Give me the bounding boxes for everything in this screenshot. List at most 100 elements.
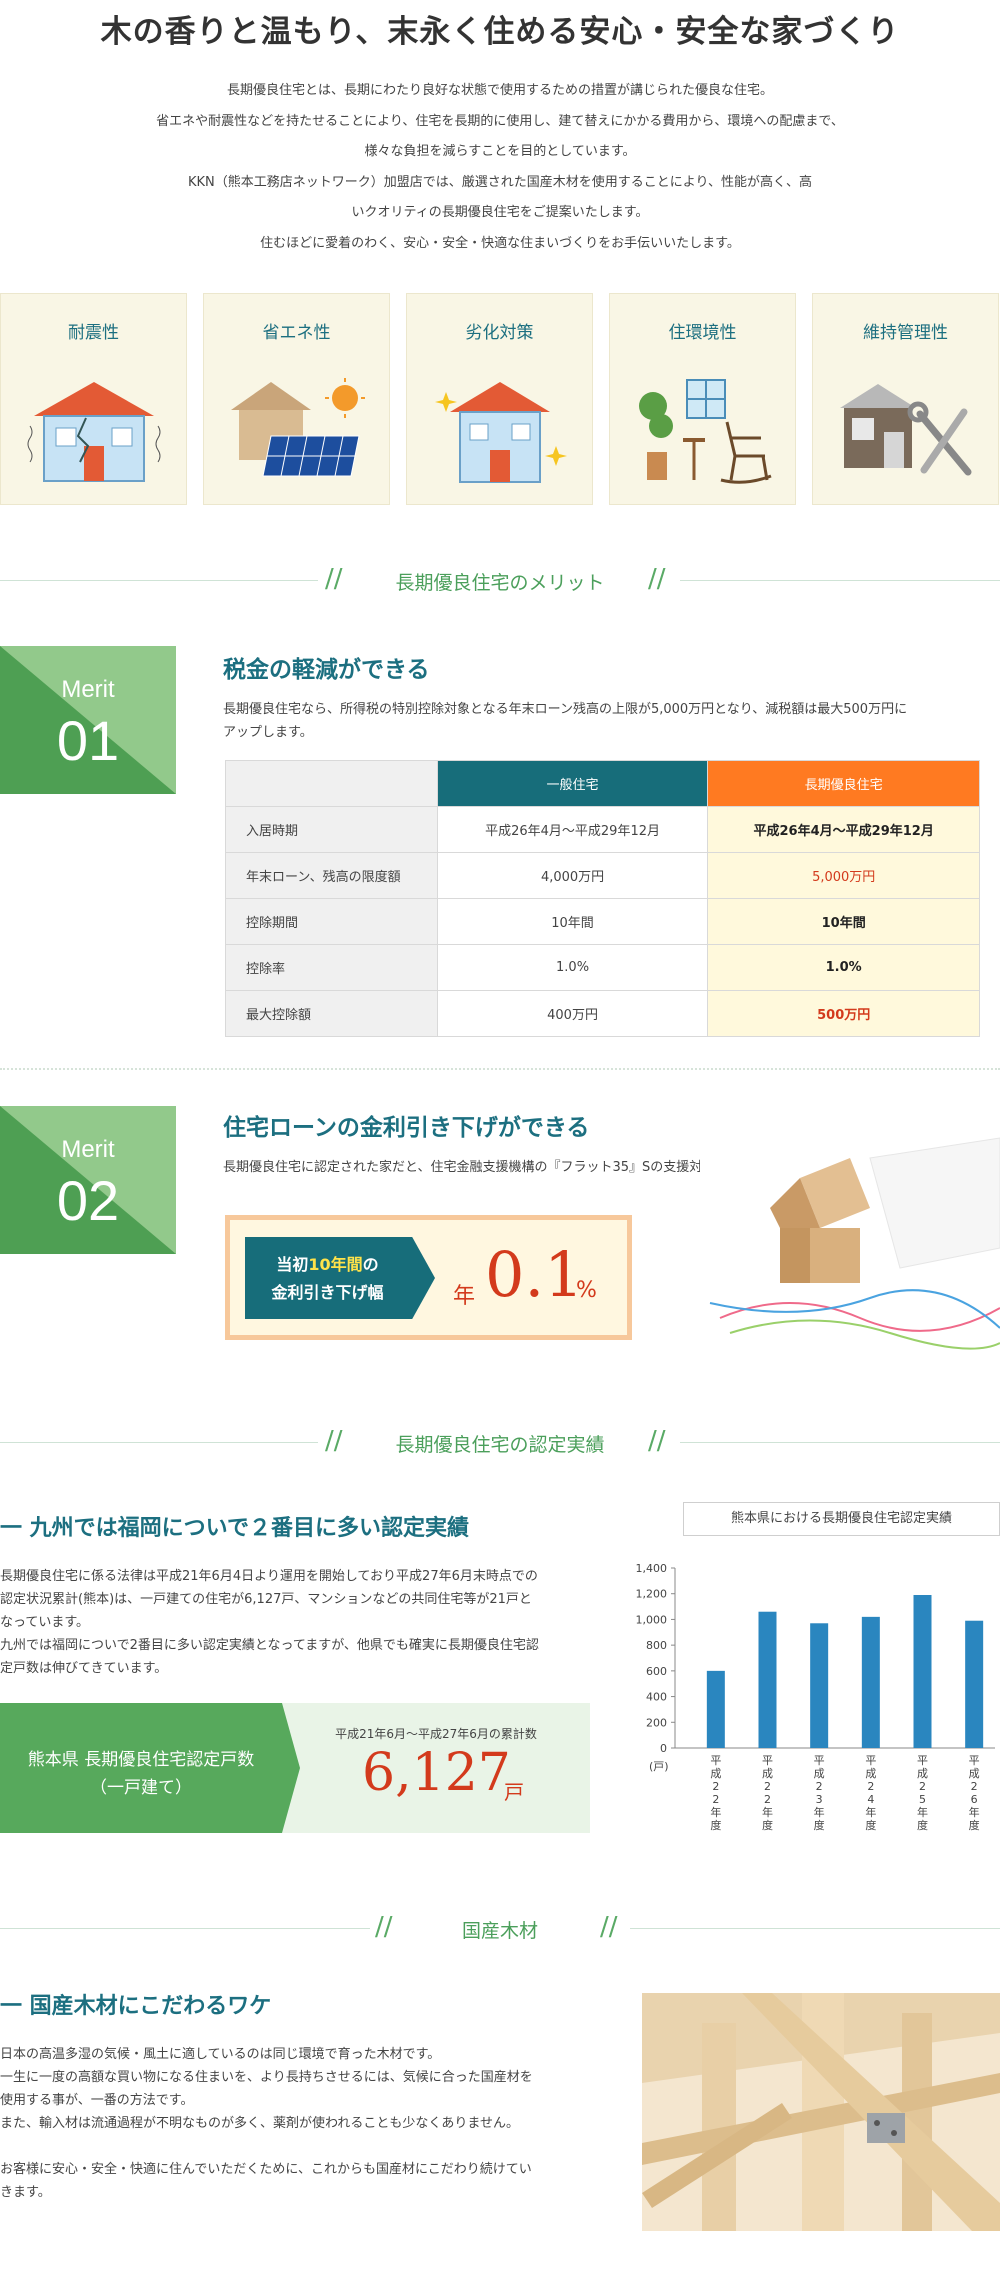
y-tick-label: 0 [660,1742,667,1755]
tag-highlight: 10年間 [308,1255,363,1274]
wood-text-line [0,2135,600,2158]
row-header: 控除率 [225,944,438,991]
table-cell: 1.0% [436,944,709,991]
rate-value: 0.1 [485,1238,584,1311]
merit-title: 住宅ローンの金利引き下げができる [223,1115,590,1141]
feature-card-earthquake: 耐震性 [0,293,187,505]
x-tick-label: 平成 2 2 年度 [762,1754,773,1832]
y-tick-label: 1,400 [636,1562,668,1575]
wood-text-line: また、輸入材は流通過程が不明なものが多く、薬剤が使われることも少なくありません。 [0,2116,519,2131]
record-text-line: 認定状況累計(熊本)は、一戸建ての住宅が6,127戸、マンションなどの共同住宅等… [0,1592,532,1607]
dotted-divider [0,1068,1000,1070]
table-cell: 5,000万円 [707,852,980,899]
feature-card-environment: 住環境性 [609,293,796,505]
intro-line: 住むほどに愛着のわく、安心・安全・快適な住まいづくりをお手伝いいたします。 [260,235,740,251]
table-header-cell: 一般住宅 [436,760,709,807]
certified-count-box: 平成21年6月～平成27年6月の累計数 6,127 戸 熊本県 長期優良住宅認定… [0,1703,590,1833]
x-tick-label: 平成 2 4 年度 [865,1754,876,1832]
record-text-line: 定戸数は伸びてきています。 [0,1661,168,1676]
y-tick-label: 600 [646,1665,667,1678]
merit-badge-02: Merit 02 [0,1106,176,1254]
table-header-cell [225,760,438,807]
intro-line: いクオリティの長期優良住宅をご提案いたします。 [351,205,649,220]
x-tick-label: 平成 2 6 年度 [969,1754,980,1832]
table-header-cell: 長期優良住宅 [707,760,980,807]
feature-card-maintenance: 維持管理性 [812,293,999,505]
count-caption: 平成21年6月～平成27年6月の累計数 [335,1727,537,1741]
feature-list: 耐震性 省エネ性 劣化対策 住環境性 維持管理性 [0,293,1000,505]
sparkling-house-icon [435,382,567,483]
house-tools-icon [840,384,972,476]
chart-bar [758,1611,777,1748]
merit-word: Merit [61,1136,115,1163]
table-cell: 平成26年4月～平成29年12月 [707,806,980,853]
wood-text-line: 日本の高温多湿の気候・風土に適しているのは同じ環境で育った木材です。 [0,2047,441,2062]
row-header: 年末ローン、残高の限度額 [225,852,438,899]
wood-text-line: きます。 [0,2185,51,2200]
row-header: 最大控除額 [225,990,438,1037]
interior-plant-chair-icon [639,379,772,484]
rate-year-label: 年 [453,1284,476,1309]
record-title: 一 九州では福岡についで２番目に多い認定実績 [0,1516,470,1541]
table-cell: 平成26年4月～平成29年12月 [436,806,709,853]
record-text: 長期優良住宅に係る法律は平成21年6月4日より運用を開始しており平成27年6月末… [0,1565,590,1680]
merit-title: 税金の軽減ができる [223,657,430,683]
count-label-sub: （一戸建て） [90,1778,192,1798]
x-tick-label: 平成 2 3 年度 [814,1754,825,1832]
feature-title: 耐震性 [68,323,119,343]
merit-word: Merit [61,676,115,703]
count-value-panel: 平成21年6月～平成27年6月の累計数 6,127 戸 [282,1703,590,1833]
merit-text: 長期優良住宅なら、所得税の特別控除対象となる年末ローン残高の上限が5,000万円… [223,698,907,744]
table-cell: 400万円 [436,990,709,1037]
rate-reduction-box: 当初10年間の 金利引き下げ幅 年 0.1 % [225,1215,632,1340]
table-cell: 1.0% [707,944,980,991]
table-cell: 10年間 [707,898,980,945]
table-row: 最大控除額 400万円 500万円 [225,990,980,1037]
record-text-line: 長期優良住宅に係る法律は平成21年6月4日より運用を開始しており平成27年6月末… [0,1569,538,1584]
chart-title: 熊本県における長期優良住宅認定実績 [683,1502,1000,1536]
count-value: 6,127 [362,1743,511,1803]
merit-badge-01: Merit 01 [0,646,176,794]
rate-tag: 当初10年間の 金利引き下げ幅 [245,1237,435,1319]
chart-bar [913,1595,932,1748]
wood-text: 日本の高温多湿の気候・風土に適しているのは同じ環境で育った木材です。 一生に一度… [0,2043,600,2204]
section-heading-record: // // 長期優良住宅の認定実績 [0,1424,1000,1460]
wood-text-line: お客様に安心・安全・快適に住んでいただくために、これからも国産材にこだわり続けて… [0,2162,532,2177]
y-tick-label: 1,200 [636,1588,668,1601]
tag-text: 当初 [276,1255,309,1274]
x-tick-label: 平成 2 5 年度 [917,1754,928,1832]
timber-frame-photo [642,1993,1000,2231]
chart-bar [965,1620,984,1748]
rate-percent: % [576,1278,597,1303]
tax-deduction-table: 一般住宅 長期優良住宅 入居時期 平成26年4月～平成29年12月 平成26年4… [225,760,980,1037]
y-tick-label: 200 [646,1716,667,1729]
feature-title: 維持管理性 [863,323,948,343]
table-cell: 500万円 [707,990,980,1037]
y-tick-label: 800 [646,1639,667,1652]
x-tick-label: 平成 2 2 年度 [710,1754,721,1832]
count-label-panel: 熊本県 長期優良住宅認定戸数 （一戸建て） [0,1703,300,1833]
page: 木の香りと温もり、末永く住める安心・安全な家づくり 長期優良住宅とは、長期にわた… [0,0,1000,2277]
merit-text-line: アップします。 [223,725,313,740]
record-text-line: なっています。 [0,1615,90,1630]
wood-title: 一 国産木材にこだわるワケ [0,1994,272,2019]
intro-line: KKN（熊本工務店ネットワーク）加盟店では、厳選された国産木材を使用することによ… [188,174,812,190]
table-row: 年末ローン、残高の限度額 4,000万円 5,000万円 [225,852,980,899]
certification-bar-chart: 0 200 400 600 800 1,000 1,200 1,400 (戸) 平成 2 2 年度 平成 2… [636,1562,995,1832]
y-tick-label: 1,000 [636,1613,668,1626]
page-title: 木の香りと温もり、末永く住める安心・安全な家づくり [100,14,900,50]
intro-text: 長期優良住宅とは、長期にわたり良好な状態で使用するための措置が講じられた優良な住… [100,76,900,259]
table-cell: 4,000万円 [436,852,709,899]
count-label: 熊本県 長期優良住宅認定戸数 [27,1750,255,1770]
earthquake-house-icon [27,382,161,482]
merit-number: 02 [56,1169,120,1232]
table-row: 控除率 1.0% 1.0% [225,944,980,991]
section-heading-wood: // // 国産木材 [0,1910,1000,1946]
solar-panel-house-icon [231,378,365,477]
count-unit: 戸 [504,1780,524,1804]
tag-text: の [362,1255,379,1274]
wood-text-line: 使用する事が、一番の方法です。 [0,2093,194,2108]
feature-title: 省エネ性 [262,323,331,343]
rate-tag-line2: 金利引き下げ幅 [271,1283,384,1302]
intro-line: 様々な負担を減らすことを目的としています。 [364,144,636,159]
